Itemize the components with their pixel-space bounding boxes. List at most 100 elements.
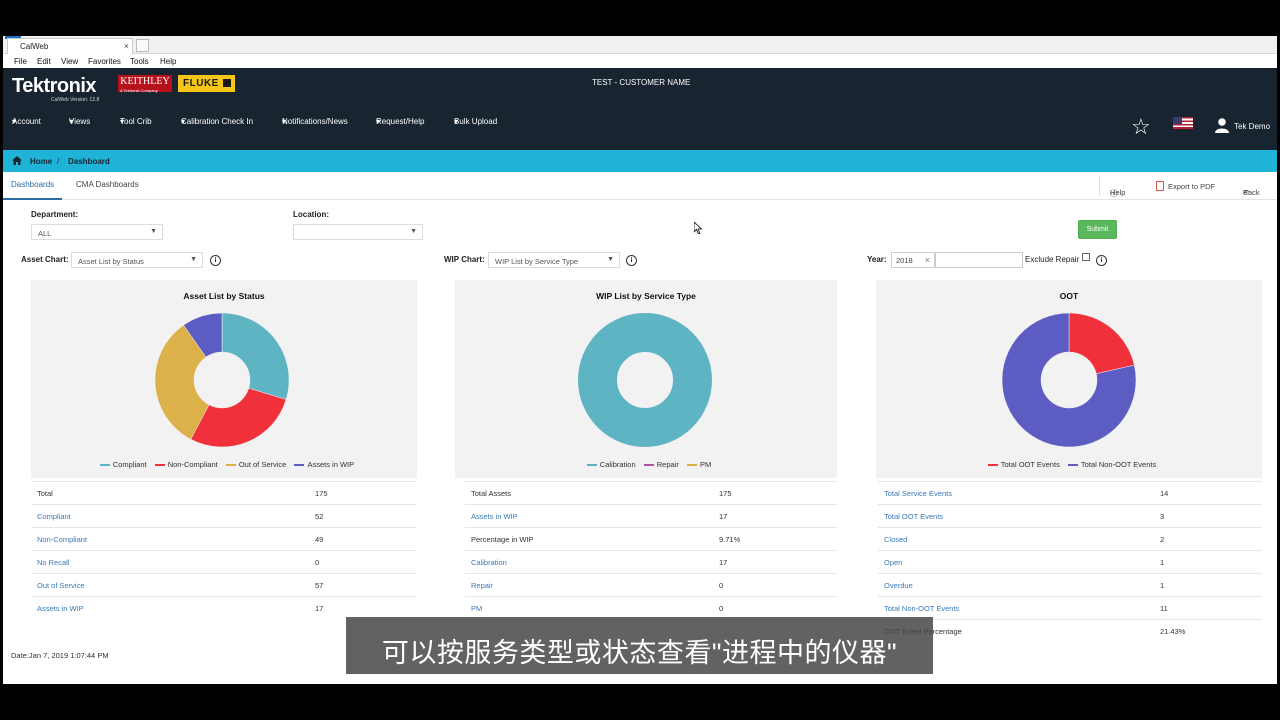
row-label[interactable]: Out of Service	[37, 581, 85, 590]
new-tab-icon[interactable]	[136, 39, 149, 52]
row-label[interactable]: Open	[884, 558, 902, 567]
location-select[interactable]: ▼	[293, 224, 423, 240]
nav-tool-crib[interactable]: Tool Crib ▾	[120, 117, 152, 126]
row-value: 14	[1160, 489, 1169, 498]
row-label[interactable]: Total Service Events	[884, 489, 952, 498]
row-label[interactable]: No Recall	[37, 558, 70, 567]
menu-tools[interactable]: Tools	[130, 57, 149, 66]
wip-chart-value: WIP List by Service Type	[495, 257, 579, 266]
menu-file[interactable]: File	[14, 57, 27, 66]
legend-total-oot[interactable]: Total OOT Events	[1001, 460, 1060, 469]
menu-view[interactable]: View	[61, 57, 78, 66]
nav-calibration-check-in[interactable]: Calibration Check In ▾	[181, 117, 253, 126]
slice-calibration[interactable]	[578, 313, 712, 447]
legend-compliant[interactable]: Compliant	[113, 460, 147, 469]
oot-info-icon[interactable]: i	[1096, 255, 1107, 266]
chart-legend: Compliant Non-Compliant Out of Service A…	[31, 460, 417, 469]
legend-total-non-oot[interactable]: Total Non-OOT Events	[1081, 460, 1156, 469]
fluke-logo-text: FLUKE	[183, 78, 219, 89]
favorite-star-icon[interactable]: ☆	[1131, 116, 1151, 138]
table-row: Total Assets 175	[465, 481, 837, 504]
slice-total-oot-events[interactable]	[1068, 312, 1135, 375]
row-label[interactable]: Compliant	[37, 512, 71, 521]
close-icon[interactable]: ×	[124, 41, 129, 51]
table-row: Percentage in WIP 9.71%	[465, 527, 837, 550]
fluke-logo: FLUKE	[178, 75, 235, 92]
row-label[interactable]: Overdue	[884, 581, 913, 590]
help-label: Help	[1110, 188, 1126, 197]
menu-edit[interactable]: Edit	[37, 57, 51, 66]
slice-compliant[interactable]	[221, 312, 290, 400]
nav-bulk-upload[interactable]: Bulk Upload ▾	[454, 117, 497, 126]
exclude-repair-checkbox[interactable]	[1082, 253, 1090, 261]
year-value: 2018	[896, 256, 913, 265]
user-icon[interactable]	[1214, 117, 1230, 133]
legend-non-compliant[interactable]: Non-Compliant	[168, 460, 218, 469]
nav-views-label: Views	[69, 117, 91, 126]
table-row: OOT Event Percentage21.43%	[878, 619, 1262, 642]
breadcrumb-home[interactable]: Home	[30, 157, 52, 166]
row-label[interactable]: PM	[471, 604, 482, 613]
row-value: 17	[315, 604, 324, 613]
legend-repair[interactable]: Repair	[657, 460, 679, 469]
table-row: Assets in WIP 17	[31, 596, 417, 619]
legend-calibration[interactable]: Calibration	[600, 460, 636, 469]
slice-non-compliant[interactable]	[190, 387, 287, 448]
wip-chart-info-icon[interactable]: i	[626, 255, 637, 266]
year-select[interactable]: 2018 ×	[891, 252, 935, 268]
menu-help[interactable]: Help	[160, 57, 176, 66]
home-icon[interactable]	[12, 156, 22, 165]
row-label[interactable]: Closed	[884, 535, 907, 544]
nav-notifications[interactable]: Notifications/News ▾	[282, 117, 348, 126]
us-flag-icon[interactable]	[1173, 117, 1193, 129]
pdf-icon	[1156, 181, 1164, 191]
asset-chart-label: Asset Chart:	[21, 255, 69, 264]
row-label: Total	[37, 489, 53, 498]
wip-chart-select[interactable]: WIP List by Service Type ▼	[488, 252, 620, 268]
row-label: Percentage in WIP	[471, 535, 534, 544]
export-pdf-button[interactable]: Export to PDF	[1168, 182, 1215, 191]
row-label[interactable]: Total OOT Events	[884, 512, 943, 521]
year-input[interactable]	[935, 252, 1023, 268]
row-label[interactable]: Assets in WIP	[37, 604, 84, 613]
browser-tab-bar: CalWeb ×	[3, 36, 1277, 54]
browser-tab[interactable]: CalWeb ×	[7, 38, 133, 54]
menu-favorites[interactable]: Favorites	[88, 57, 121, 66]
row-value: 1	[1160, 581, 1165, 590]
table-row: Total 175	[31, 481, 417, 504]
table-row: Out of Service 57	[31, 573, 417, 596]
row-label[interactable]: Total Non-OOT Events	[884, 604, 959, 613]
row-value: 49	[315, 535, 324, 544]
legend-out-of-service[interactable]: Out of Service	[239, 460, 287, 469]
tab-dashboards[interactable]: Dashboards	[3, 172, 63, 200]
flag-canton	[1173, 117, 1182, 124]
legend-swatch	[643, 464, 654, 467]
row-label[interactable]: Repair	[471, 581, 493, 590]
wip-service-donut	[578, 313, 712, 447]
user-name[interactable]: Tek Demo	[1234, 122, 1270, 131]
nav-account[interactable]: Account ▾	[12, 117, 41, 126]
submit-button[interactable]: Submit	[1078, 220, 1117, 239]
row-value: 0	[719, 581, 724, 590]
row-label[interactable]: Calibration	[471, 558, 507, 567]
tab-cma-dashboards[interactable]: CMA Dashboards	[76, 180, 139, 189]
remove-year-icon[interactable]: ×	[925, 255, 930, 265]
row-value: 2	[1160, 535, 1165, 544]
version-label: CalWeb Version: 12.8	[51, 97, 100, 103]
page-toolbar: ⓘ Help Export to PDF ↶ Back	[1099, 176, 1277, 198]
department-select[interactable]: ALL ▼	[31, 224, 163, 240]
row-value: 57	[315, 581, 324, 590]
asset-chart-info-icon[interactable]: i	[210, 255, 221, 266]
tektronix-logo[interactable]: Tektronix	[12, 75, 97, 98]
nav-request-help[interactable]: Request/Help ▾	[376, 117, 424, 126]
oot-chart-panel: OOT Total OOT Events Total Non-OOT Event…	[876, 280, 1262, 478]
row-label[interactable]: Assets in WIP	[471, 512, 518, 521]
dashboard-tabs: Dashboards CMA Dashboards ⓘ Help Export …	[3, 172, 1277, 200]
legend-pm[interactable]: PM	[700, 460, 711, 469]
nav-calibration-label: Calibration Check In	[181, 117, 254, 126]
nav-views[interactable]: Views ▾	[69, 117, 90, 126]
asset-chart-select[interactable]: Asset List by Status ▼	[71, 252, 203, 268]
legend-assets-in-wip[interactable]: Assets in WIP	[307, 460, 354, 469]
row-value: 175	[719, 489, 732, 498]
row-label[interactable]: Non-Compliant	[37, 535, 87, 544]
